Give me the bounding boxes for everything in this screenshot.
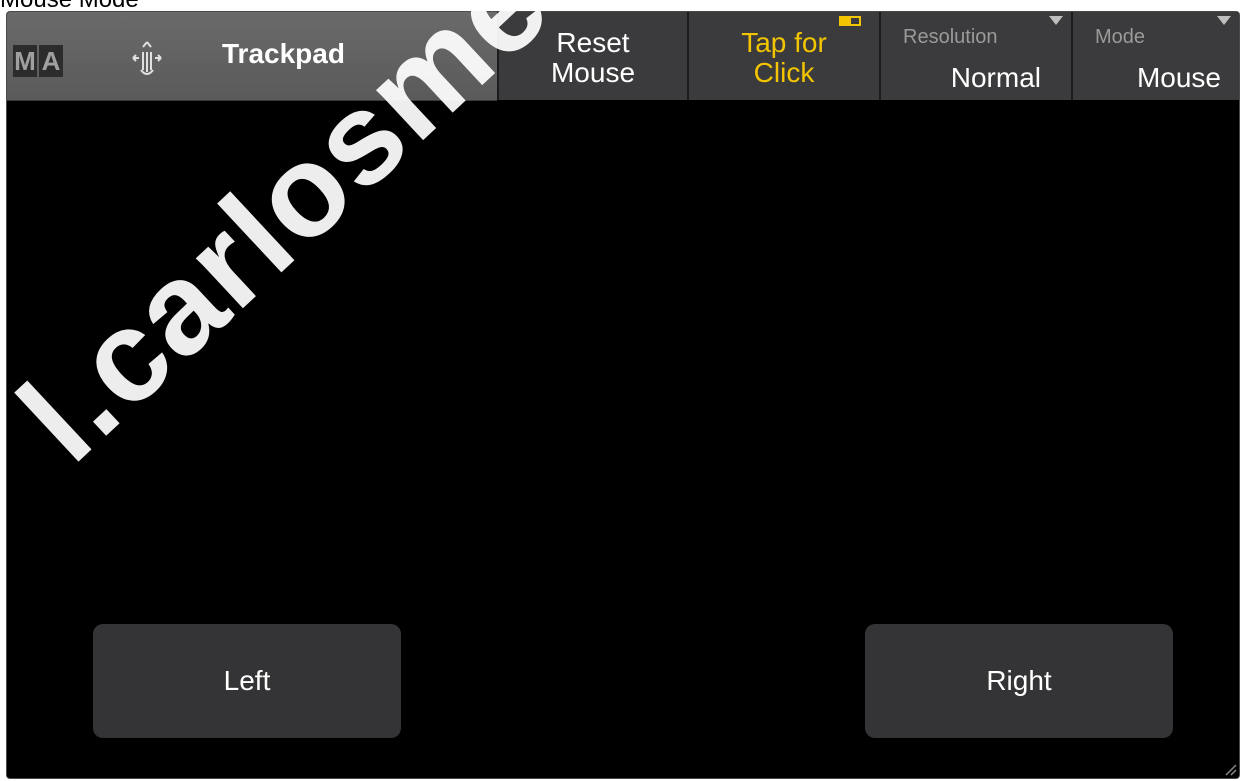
tap-for-click-toggle[interactable]: Tap for Click xyxy=(687,12,879,100)
reset-mouse-button[interactable]: Reset Mouse xyxy=(497,12,687,100)
touch-gesture-icon xyxy=(132,41,162,75)
resolution-select[interactable]: Resolution Normal xyxy=(879,12,1071,100)
tap-for-click-label-1: Tap for xyxy=(741,27,827,58)
left-click-button[interactable]: Left xyxy=(93,624,401,738)
reset-mouse-label-1: Reset xyxy=(556,27,630,58)
mode-select[interactable]: Mode Mouse xyxy=(1071,12,1239,100)
logo-letter-a: A xyxy=(39,45,63,77)
dropdown-arrow-icon xyxy=(1217,16,1231,25)
logo-letter-m: M xyxy=(13,45,37,77)
mode-label: Mode xyxy=(1095,26,1146,48)
trackpad-surface[interactable]: Left Right xyxy=(7,101,1239,778)
reset-mouse-label-2: Mouse xyxy=(550,57,636,88)
trackpad-window: M A Trackpad Reset Mouse Tap for Click R… xyxy=(6,11,1240,779)
ma-logo: M A xyxy=(13,45,63,77)
mode-value: Mouse xyxy=(1136,62,1221,93)
resize-grip-icon[interactable] xyxy=(1223,762,1237,776)
toggle-on-icon xyxy=(839,16,861,26)
resolution-value: Normal xyxy=(950,62,1041,93)
title-bar: M A Trackpad xyxy=(7,12,497,101)
window-title: Trackpad xyxy=(222,38,345,69)
resolution-label: Resolution xyxy=(903,26,998,48)
tap-for-click-label-2: Click xyxy=(753,57,815,88)
right-click-button[interactable]: Right xyxy=(865,624,1173,738)
dropdown-arrow-icon xyxy=(1049,16,1063,25)
